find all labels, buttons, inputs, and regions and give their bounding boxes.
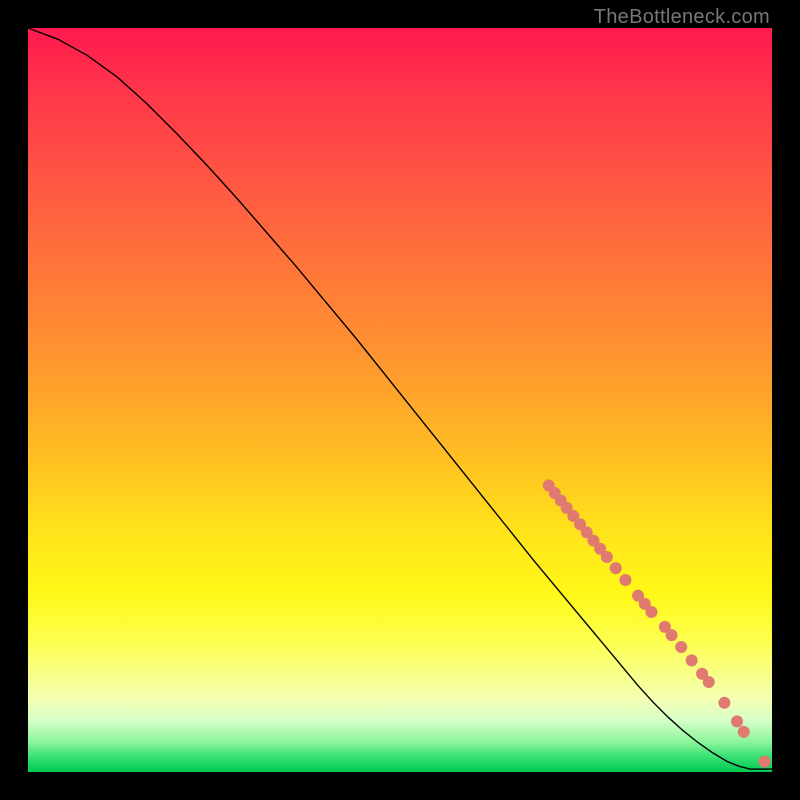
data-marker <box>666 629 678 641</box>
data-marker <box>731 715 743 727</box>
data-marker <box>645 606 657 618</box>
chart-overlay <box>0 0 800 800</box>
data-marker <box>738 726 750 738</box>
data-marker <box>686 654 698 666</box>
data-marker <box>759 756 771 768</box>
data-marker <box>787 759 799 771</box>
data-marker <box>610 562 622 574</box>
data-marker <box>718 697 730 709</box>
marker-group <box>543 480 800 771</box>
data-marker <box>619 574 631 586</box>
curve-line <box>28 28 772 769</box>
data-marker <box>703 676 715 688</box>
chart-frame: TheBottleneck.com <box>0 0 800 800</box>
data-marker <box>601 551 613 563</box>
data-marker <box>794 759 800 771</box>
data-marker <box>675 641 687 653</box>
